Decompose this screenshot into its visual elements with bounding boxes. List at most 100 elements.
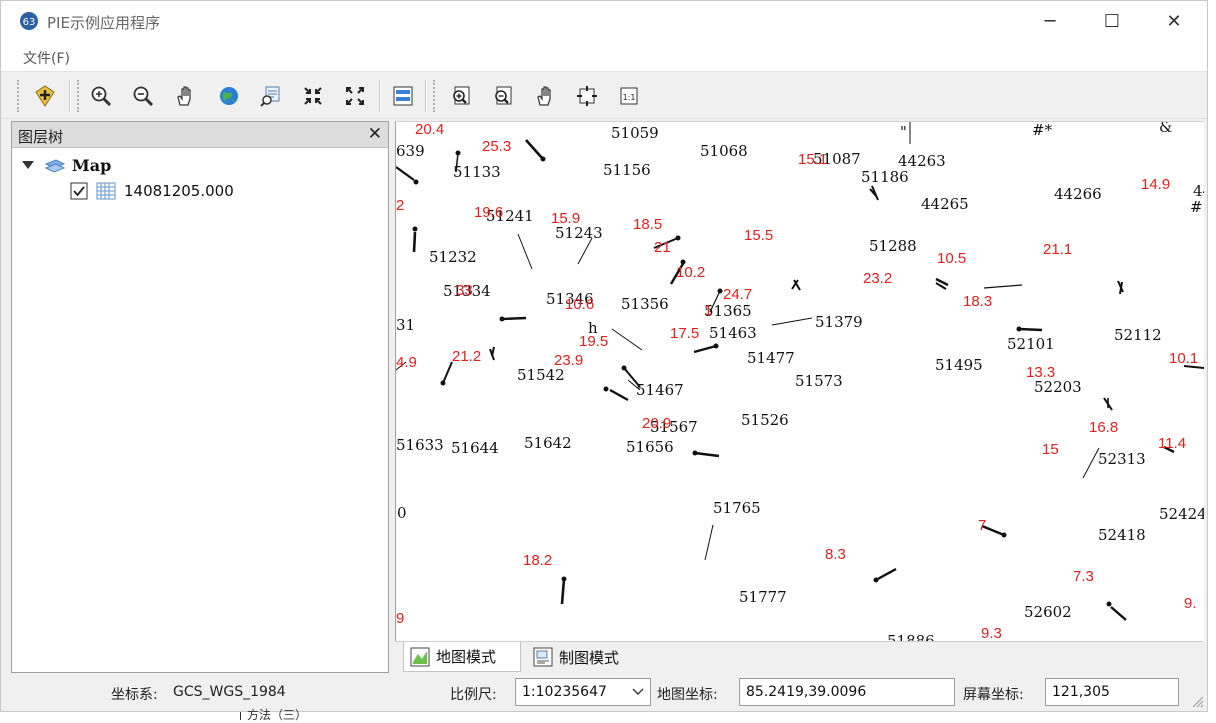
menu-file[interactable]: 文件(F)	[23, 48, 70, 68]
wind-barb	[525, 139, 543, 159]
close-window-button[interactable]: ✕	[1143, 1, 1205, 41]
station-id-label: 51642	[524, 434, 572, 452]
fixed-zoom-out-button[interactable]	[341, 82, 369, 110]
zoom-in-icon	[91, 86, 112, 107]
station-id-label: 51133	[453, 163, 501, 181]
layout-full-extent-button[interactable]	[573, 82, 601, 110]
maximize-button[interactable]: ☐	[1081, 1, 1143, 41]
station-id-label: "	[900, 123, 907, 141]
layout-pan-button[interactable]	[531, 82, 559, 110]
raster-layer-icon	[96, 182, 116, 200]
fixed-zoom-in-button[interactable]	[299, 82, 327, 110]
app-window: 63 PIE示例应用程序 ─ ☐ ✕ 文件(F) 1:1 图层树 ✕ Map 1…	[0, 0, 1208, 712]
station-plot: 51059 639 51068 51087 44263 51133 51156 …	[396, 122, 1204, 642]
map-mode-icon	[410, 647, 430, 666]
temperature-label: 15.5	[744, 227, 773, 244]
station-id-label: 51656	[626, 438, 674, 456]
layer-tree-panel: 图层树 ✕ Map 14081205.000	[11, 121, 389, 673]
layer-checkbox[interactable]	[70, 182, 88, 200]
toolbar-grip-2[interactable]	[77, 80, 81, 112]
toolbar-grip[interactable]	[17, 80, 21, 112]
wind-barb	[442, 361, 453, 384]
station-id-label: 51573	[795, 372, 843, 390]
wind-barb	[771, 317, 813, 326]
temperature-label: 7.3	[1073, 568, 1094, 585]
map-coord-field[interactable]: 85.2419,39.0096	[739, 678, 955, 706]
scale-label: 比例尺:	[450, 687, 497, 703]
full-extent-button[interactable]	[215, 82, 243, 110]
station-id-label: 639	[396, 142, 425, 160]
station-id-label: 51467	[636, 381, 684, 399]
layer-properties-button[interactable]	[389, 82, 417, 110]
station-id-label: 0	[397, 504, 407, 522]
identify-button[interactable]	[257, 82, 285, 110]
station-id-label: 52418	[1098, 526, 1146, 544]
layer-tree: Map 14081205.000	[12, 148, 388, 672]
zoom-in-button[interactable]	[87, 82, 115, 110]
station-id-label: 51379	[815, 313, 863, 331]
layout-zoom-out-button[interactable]	[489, 82, 517, 110]
station-dot	[603, 386, 609, 392]
wind-barb	[704, 524, 714, 561]
svg-text:1:1: 1:1	[623, 93, 636, 102]
panel-close-button[interactable]: ✕	[368, 124, 382, 144]
tree-layer-item[interactable]: 14081205.000	[12, 178, 388, 204]
wind-barb	[1110, 606, 1127, 621]
temperature-label: 20.4	[415, 122, 444, 138]
app-logo-icon: 63	[20, 12, 38, 30]
station-id-label: 51288	[869, 237, 917, 255]
view-mode-tabs: 地图模式 制图模式	[395, 641, 1203, 672]
temperature-label: 11.4	[1158, 435, 1186, 452]
temperature-label: 7	[978, 517, 986, 534]
scale-value: 1:10235647	[522, 684, 607, 700]
temperature-label: 1	[704, 302, 712, 319]
wind-barb	[983, 284, 1023, 289]
tab-layout-mode[interactable]: 制图模式	[527, 642, 645, 672]
collapse-triangle-icon[interactable]	[20, 157, 36, 173]
tree-root-map[interactable]: Map	[12, 152, 388, 178]
station-id-label: 51068	[700, 142, 748, 160]
temperature-label: 18.5	[633, 216, 662, 233]
layout-pan-icon	[537, 86, 551, 106]
temperature-label: 9.3	[981, 625, 1002, 642]
layer-label: 14081205.000	[124, 182, 234, 200]
wind-barb	[609, 388, 629, 402]
station-dot	[412, 226, 418, 232]
station-id-label: 51526	[741, 411, 789, 429]
map-canvas[interactable]: 51059 639 51068 51087 44263 51133 51156 …	[395, 121, 1204, 642]
layer-properties-icon	[393, 86, 413, 106]
temperature-label: 19.5	[579, 333, 608, 350]
zoom-out-button[interactable]	[129, 82, 157, 110]
svg-text:63: 63	[23, 17, 36, 28]
temperature-label: 2	[396, 197, 404, 214]
screen-coord-field[interactable]: 121,305	[1045, 678, 1179, 706]
add-data-icon	[35, 85, 55, 107]
add-data-button[interactable]	[31, 82, 59, 110]
temperature-label: 13.3	[1026, 364, 1055, 381]
station-id-label: 52602	[1024, 603, 1072, 621]
scale-dropdown[interactable]: 1:10235647	[515, 678, 651, 706]
crs-label: 坐标系:	[111, 687, 158, 703]
temperature-label: 14.9	[1141, 176, 1170, 193]
station-id-label: 51156	[603, 161, 651, 179]
wind-barb	[412, 231, 417, 253]
status-bar: 坐标系: GCS_WGS_1984 比例尺: 1:10235647 地图坐标: …	[1, 673, 1207, 711]
minimize-button[interactable]: ─	[1019, 1, 1081, 41]
pan-button[interactable]	[171, 82, 199, 110]
wind-barb	[517, 233, 533, 270]
temperature-label: 4.9	[396, 354, 417, 371]
window-title: PIE示例应用程序	[47, 14, 160, 32]
layout-actual-size-button[interactable]: 1:1	[615, 82, 643, 110]
temperature-label: 8.3	[825, 546, 846, 563]
tab-label: 制图模式	[559, 648, 620, 667]
tab-map-mode[interactable]: 地图模式	[403, 642, 521, 672]
resize-grip-icon[interactable]	[1191, 695, 1205, 709]
layout-full-extent-icon	[577, 86, 597, 106]
wind-barb	[694, 451, 720, 458]
temperature-label: 17.5	[670, 325, 699, 342]
layout-zoom-in-button[interactable]	[447, 82, 475, 110]
toolbar-grip-3[interactable]	[433, 80, 437, 112]
title-bar: 63 PIE示例应用程序 ─ ☐ ✕	[1, 1, 1207, 41]
station-id-label: 52313	[1098, 450, 1146, 468]
temperature-label: 21	[654, 239, 671, 256]
